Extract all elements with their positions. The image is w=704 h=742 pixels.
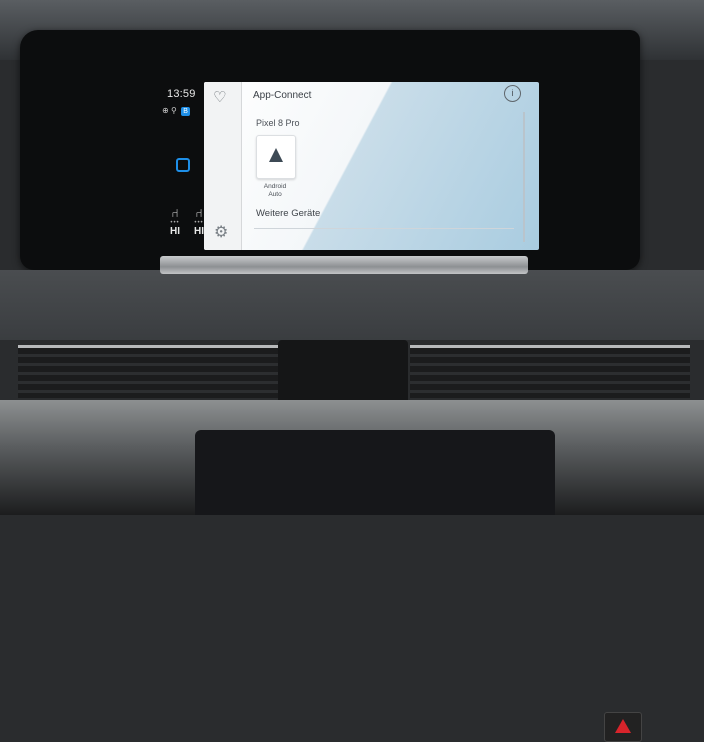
- device-name: Pixel 8 Pro: [256, 118, 300, 128]
- seat-heating-left[interactable]: ⑁ ••• HI: [166, 206, 184, 238]
- more-devices-link[interactable]: Weitere Geräte: [256, 208, 320, 219]
- page-title: App-Connect: [253, 90, 312, 101]
- android-auto-icon: [269, 148, 283, 162]
- android-auto-label: Android Auto: [248, 183, 302, 199]
- person-icon: ⚲: [170, 106, 177, 115]
- air-vent-right: [410, 345, 690, 398]
- navigation-icon: ⊕: [162, 106, 169, 115]
- seat-left-icon: ⑁: [171, 206, 179, 220]
- seat-left-level: HI: [170, 226, 180, 237]
- hazard-button[interactable]: [604, 712, 642, 742]
- info-icon[interactable]: i: [504, 85, 521, 102]
- clock: 13:59: [167, 88, 196, 100]
- side-column: ♡ ⚙: [204, 82, 242, 250]
- app-connect-screen: ♡ ⚙ App-Connect i Pixel 8 Pro Android Au…: [204, 82, 539, 250]
- home-button[interactable]: [176, 158, 190, 172]
- bluetooth-icon: B: [181, 107, 191, 116]
- dashboard-panel: [0, 270, 704, 340]
- seat-right-icon: ⑁: [195, 206, 203, 220]
- android-auto-label-line2: Auto: [268, 191, 282, 198]
- air-vent-left: [18, 345, 280, 398]
- climate-control-panel: [278, 340, 642, 742]
- scrollbar[interactable]: [523, 112, 525, 242]
- divider: [254, 228, 514, 229]
- heart-icon[interactable]: ♡: [213, 88, 226, 106]
- storage-tray: [195, 430, 555, 515]
- status-icons: ⊕ ⚲ B: [162, 106, 191, 116]
- status-strip: 13:59 ⊕ ⚲ B ⑁ ••• HI ⑁ ••• HI: [156, 82, 204, 250]
- touch-slider-bar[interactable]: [160, 256, 528, 274]
- android-auto-label-line1: Android: [263, 183, 287, 190]
- android-auto-button[interactable]: [256, 135, 296, 179]
- gear-icon[interactable]: ⚙: [214, 222, 228, 242]
- dashboard-lower: [0, 400, 704, 515]
